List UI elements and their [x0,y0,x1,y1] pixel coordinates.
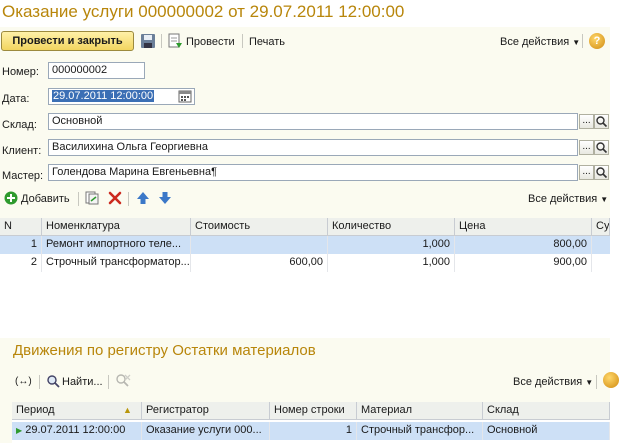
cell-period: ▶ 29.07.2011 12:00:00 [12,422,142,440]
clear-search-icon[interactable] [115,373,131,389]
col-header-material[interactable]: Материал [357,402,483,420]
cell-n: 1 [0,236,42,254]
cell-cost: 600,00 [191,254,328,272]
col-header-n[interactable]: N [0,218,42,236]
col-header-period[interactable]: Период ▲ [12,402,142,420]
chevron-down-icon: ▼ [600,195,609,204]
toolbar-separator [78,192,79,206]
table-row[interactable]: 1 Ремонт импортного теле... 1,000 800,00 [0,236,610,254]
movements-title: Движения по регистру Остатки материалов [13,342,316,359]
items-all-actions-menu[interactable]: Все действия ▼ [528,192,608,207]
arrow-up-icon[interactable] [136,191,150,205]
cell-item: Ремонт импортного теле... [42,236,191,254]
cell-n: 2 [0,254,42,272]
client-field[interactable]: Василихина Ольга Георгиевна [48,139,578,156]
toolbar-separator [108,375,109,389]
toolbar-separator [39,375,40,389]
master-field[interactable]: Голендова Марина Евгеньевна¶ [48,164,578,181]
number-field[interactable]: 000000002 [48,62,145,79]
cell-line: 1 [270,422,357,440]
all-actions-menu[interactable]: Все действия ▼ [500,35,580,50]
cell-qty: 1,000 [328,254,455,272]
search-icon[interactable] [594,140,609,155]
post-document-icon[interactable] [167,33,183,49]
search-icon[interactable] [46,374,60,388]
row-marker-icon: ▶ [16,426,23,435]
help-icon[interactable]: ? [589,33,605,49]
sort-ascending-icon: ▲ [123,405,132,415]
cell-material: Строчный трансфор... [357,422,483,440]
col-header-item[interactable]: Номенклатура [42,218,191,236]
cell-price: 800,00 [455,236,592,254]
cell-price: 900,00 [455,254,592,272]
calendar-icon[interactable] [178,90,192,103]
window-title: Оказание услуги 000000002 от 29.07.2011 … [2,2,405,21]
col-header-sum[interactable]: Су [592,218,610,236]
toggle-columns-icon[interactable]: (↔) [15,375,32,389]
warehouse-label: Склад: [2,119,37,131]
date-field[interactable]: 29.07.2011 12:00:00 [48,88,195,105]
delete-icon[interactable] [108,191,122,205]
toolbar-separator [128,192,129,206]
movements-all-actions-label: Все действия [513,376,583,388]
add-icon[interactable] [4,191,18,205]
cell-registrar: Оказание услуги 000... [142,422,270,440]
post-button[interactable]: Провести [186,35,235,49]
add-button[interactable]: Добавить [21,192,70,206]
cell-qty: 1,000 [328,236,455,254]
col-header-price[interactable]: Цена [455,218,592,236]
warehouse-select-button[interactable]: ... [579,114,594,129]
master-label: Мастер: [2,170,44,182]
copy-icon[interactable] [85,191,99,205]
save-icon[interactable] [140,33,156,49]
cell-warehouse: Основной [483,422,610,440]
warehouse-field[interactable]: Основной [48,113,578,130]
client-select-button[interactable]: ... [579,140,594,155]
all-actions-label: Все действия [500,36,570,48]
items-table: N Номенклатура Стоимость Количество Цена… [0,218,610,273]
print-button[interactable]: Печать [249,35,285,49]
cell-period-value: 29.07.2011 12:00:00 [25,424,126,436]
table-row[interactable]: 2 Строчный трансформатор... 600,00 1,000… [0,254,610,272]
toolbar-separator [242,34,243,48]
help-icon[interactable] [603,372,619,388]
toolbar-separator [582,34,583,48]
cell-item: Строчный трансформатор... [42,254,191,272]
master-select-button[interactable]: ... [579,165,594,180]
items-all-actions-label: Все действия [528,193,598,205]
toolbar-separator [161,34,162,48]
movements-table: Период ▲ Регистратор Номер строки Матери… [12,402,610,443]
number-label: Номер: [2,66,39,78]
arrow-down-icon[interactable] [158,191,172,205]
col-header-period-label: Период [16,404,55,416]
search-icon[interactable] [594,114,609,129]
toolbar-separator [596,375,597,389]
find-button[interactable]: Найти... [62,375,103,389]
search-icon[interactable] [594,165,609,180]
cell-cost [191,236,328,254]
post-and-close-button[interactable]: Провести и закрыть [1,31,134,51]
chevron-down-icon: ▼ [572,38,581,47]
col-header-line[interactable]: Номер строки [270,402,357,420]
table-row[interactable]: ▶ 29.07.2011 12:00:00 Оказание услуги 00… [12,422,610,440]
col-header-cost[interactable]: Стоимость [191,218,328,236]
movements-all-actions-menu[interactable]: Все действия ▼ [513,375,593,390]
date-value: 29.07.2011 12:00:00 [52,90,155,102]
col-header-qty[interactable]: Количество [328,218,455,236]
client-label: Клиент: [2,145,42,157]
chevron-down-icon: ▼ [585,378,594,387]
date-label: Дата: [2,93,30,105]
col-header-warehouse[interactable]: Склад [483,402,610,420]
col-header-registrar[interactable]: Регистратор [142,402,270,420]
